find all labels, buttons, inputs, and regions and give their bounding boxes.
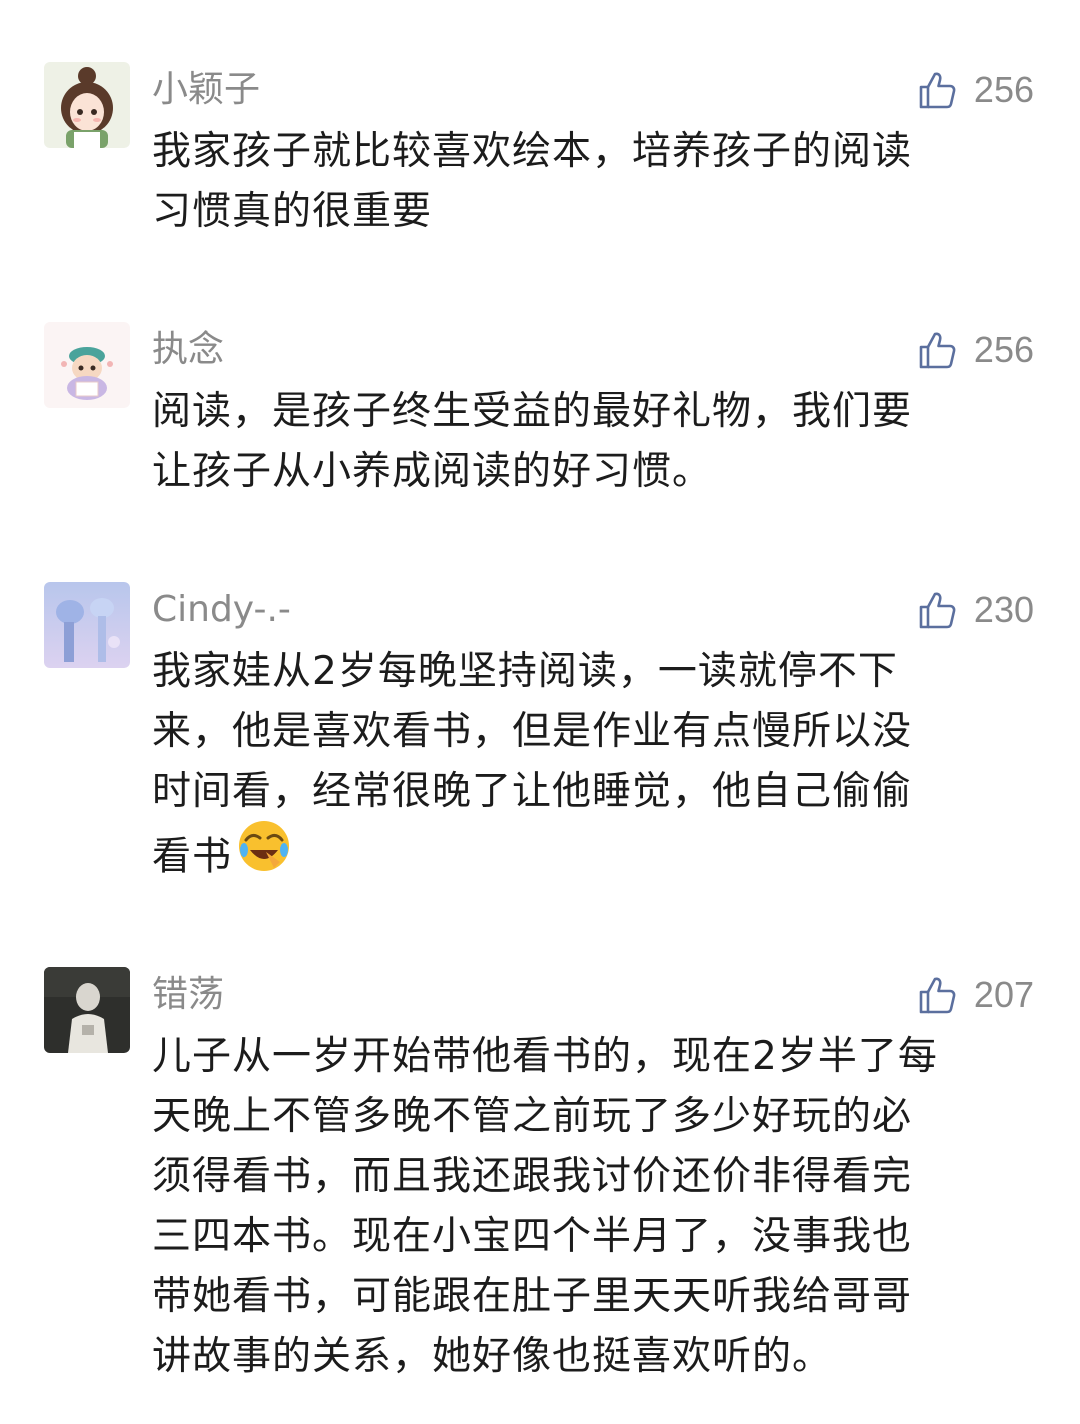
comment-text: 儿子从一岁开始带他看书的，现在2岁半了每 天晚上不管多晚不管之前玩了多少好玩的必…	[152, 1027, 1032, 1387]
comment-line: 我家娃从2岁每晚坚持阅读，一读就停不下	[152, 649, 898, 694]
comment-line: 习惯真的很重要	[152, 189, 433, 234]
comment-line: 我家孩子就比较喜欢绘本，培养孩子的阅读	[152, 129, 913, 174]
comment-text: 我家孩子就比较喜欢绘本，培养孩子的阅读 习惯真的很重要	[152, 122, 1032, 242]
like-button[interactable]: 256	[916, 66, 1034, 114]
comment-text: 阅读，是孩子终生受益的最好礼物，我们要 让孩子从小养成阅读的好习惯。	[152, 382, 1032, 502]
username[interactable]: 小颖子	[152, 66, 260, 114]
like-count: 207	[973, 974, 1034, 1015]
thumbs-up-icon	[916, 329, 974, 371]
comment-line: 阅读，是孩子终生受益的最好礼物，我们要	[152, 389, 913, 434]
comment-text: 我家娃从2岁每晚坚持阅读，一读就停不下 来，他是喜欢看书，但是作业有点慢所以没 …	[152, 642, 1032, 896]
avatar[interactable]	[44, 62, 130, 148]
avatar[interactable]	[44, 967, 130, 1053]
comment-line-with-emoji: 看书	[152, 821, 1032, 896]
thumbs-up-icon	[916, 69, 974, 111]
comment-line: 三四本书。现在小宝四个半月了，没事我也	[152, 1214, 913, 1259]
thumbs-up-icon	[916, 974, 974, 1016]
avatar[interactable]	[44, 322, 130, 408]
comment-line: 看书	[152, 834, 233, 880]
like-count: 256	[973, 329, 1034, 370]
thumbs-up-icon	[916, 589, 974, 631]
like-count: 230	[973, 589, 1034, 630]
comment-line: 讲故事的关系，她好像也挺喜欢听的。	[152, 1334, 833, 1379]
username[interactable]: 执念	[152, 326, 224, 374]
comment-line: 天晚上不管多晚不管之前玩了多少好玩的必	[152, 1094, 913, 1139]
comment-line: 让孩子从小养成阅读的好习惯。	[152, 449, 713, 494]
like-button[interactable]: 256	[916, 326, 1034, 374]
comment-line: 来，他是喜欢看书，但是作业有点慢所以没	[152, 709, 913, 754]
laughing-crying-emoji	[236, 818, 292, 892]
username[interactable]: Cindy-.-	[152, 586, 291, 634]
comment-line: 须得看书，而且我还跟我讨价还价非得看完	[152, 1154, 913, 1199]
comment-line: 带她看书，可能跟在肚子里天天听我给哥哥	[152, 1274, 913, 1319]
username[interactable]: 错荡	[152, 971, 224, 1019]
like-count: 256	[973, 69, 1034, 110]
like-button[interactable]: 230	[916, 586, 1034, 634]
avatar[interactable]	[44, 582, 130, 668]
comment-line: 儿子从一岁开始带他看书的，现在2岁半了每	[152, 1034, 938, 1079]
like-button[interactable]: 207	[916, 971, 1034, 1019]
comment-line: 时间看，经常很晚了让他睡觉，他自己偷偷	[152, 769, 913, 814]
